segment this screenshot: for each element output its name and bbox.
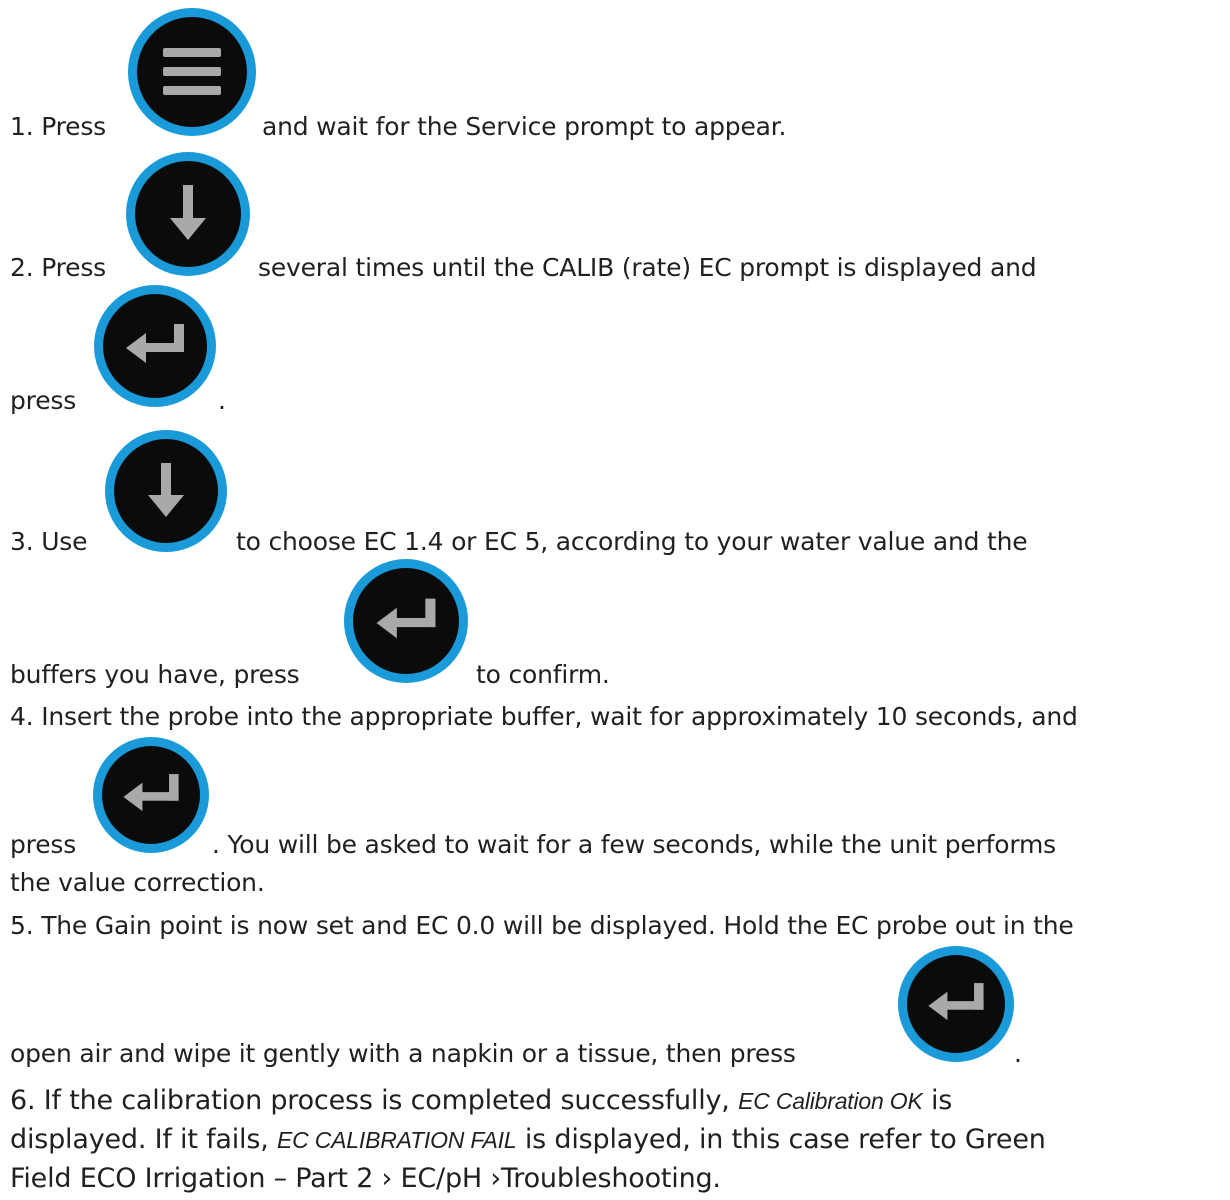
step-3-text-c: buffers you have, press: [10, 660, 300, 689]
menu-button[interactable]: [128, 8, 256, 136]
step-4-text-b: press: [10, 830, 77, 859]
step-6-line-2: displayed. If it fails, EC CALIBRATION F…: [10, 1123, 1046, 1157]
step-5-text-b: open air and wipe it gently with a napki…: [10, 1039, 796, 1068]
step-6-text-e: Field ECO Irrigation – Part 2 › EC/pH ›T…: [10, 1163, 721, 1194]
down-arrow-icon: [148, 463, 184, 517]
step-4-text-a: 4. Insert the probe into the appropriate…: [10, 702, 1078, 731]
enter-button[interactable]: [93, 737, 209, 853]
step-1-text-b: and wait for the Service prompt to appea…: [262, 112, 787, 141]
step-6-text-c: displayed. If it fails,: [10, 1124, 269, 1155]
status-message-fail: EC CALIBRATION FAIL: [277, 1127, 517, 1153]
step-2-text-c: press: [10, 386, 77, 415]
down-button[interactable]: [126, 152, 250, 276]
step-2-text-b: several times until the CALIB (rate) EC …: [258, 253, 1037, 282]
step-6-text-d: is displayed, in this case refer to Gree…: [524, 1124, 1046, 1155]
step-3-text-b: to choose EC 1.4 or EC 5, according to y…: [236, 527, 1028, 556]
enter-icon: [928, 983, 984, 1021]
step-2-text-d: .: [218, 386, 226, 415]
down-button[interactable]: [105, 430, 227, 552]
step-3-text-d: to confirm.: [476, 660, 610, 689]
step-6-text-a: 6. If the calibration process is complet…: [10, 1085, 730, 1116]
step-2-text-a: 2. Press: [10, 253, 106, 282]
enter-button[interactable]: [94, 285, 216, 407]
step-6-line-1: 6. If the calibration process is complet…: [10, 1084, 952, 1118]
status-message-ok: EC Calibration OK: [738, 1088, 923, 1114]
enter-icon: [126, 324, 184, 363]
step-4-text-d: the value correction.: [10, 868, 265, 897]
down-arrow-icon: [170, 185, 206, 240]
step-3-text-a: 3. Use: [10, 527, 88, 556]
enter-icon: [376, 598, 436, 639]
enter-button[interactable]: [344, 559, 468, 683]
enter-icon: [123, 774, 179, 812]
step-5-text-c: .: [1014, 1039, 1022, 1068]
step-5-text-a: 5. The Gain point is now set and EC 0.0 …: [10, 911, 1074, 940]
step-6-line-3: Field ECO Irrigation – Part 2 › EC/pH ›T…: [10, 1162, 721, 1196]
step-6-text-b: is: [930, 1085, 953, 1116]
step-1-text-a: 1. Press: [10, 112, 106, 141]
step-4-text-c: . You will be asked to wait for a few se…: [212, 830, 1056, 859]
enter-button[interactable]: [898, 946, 1014, 1062]
menu-icon: [163, 48, 221, 95]
